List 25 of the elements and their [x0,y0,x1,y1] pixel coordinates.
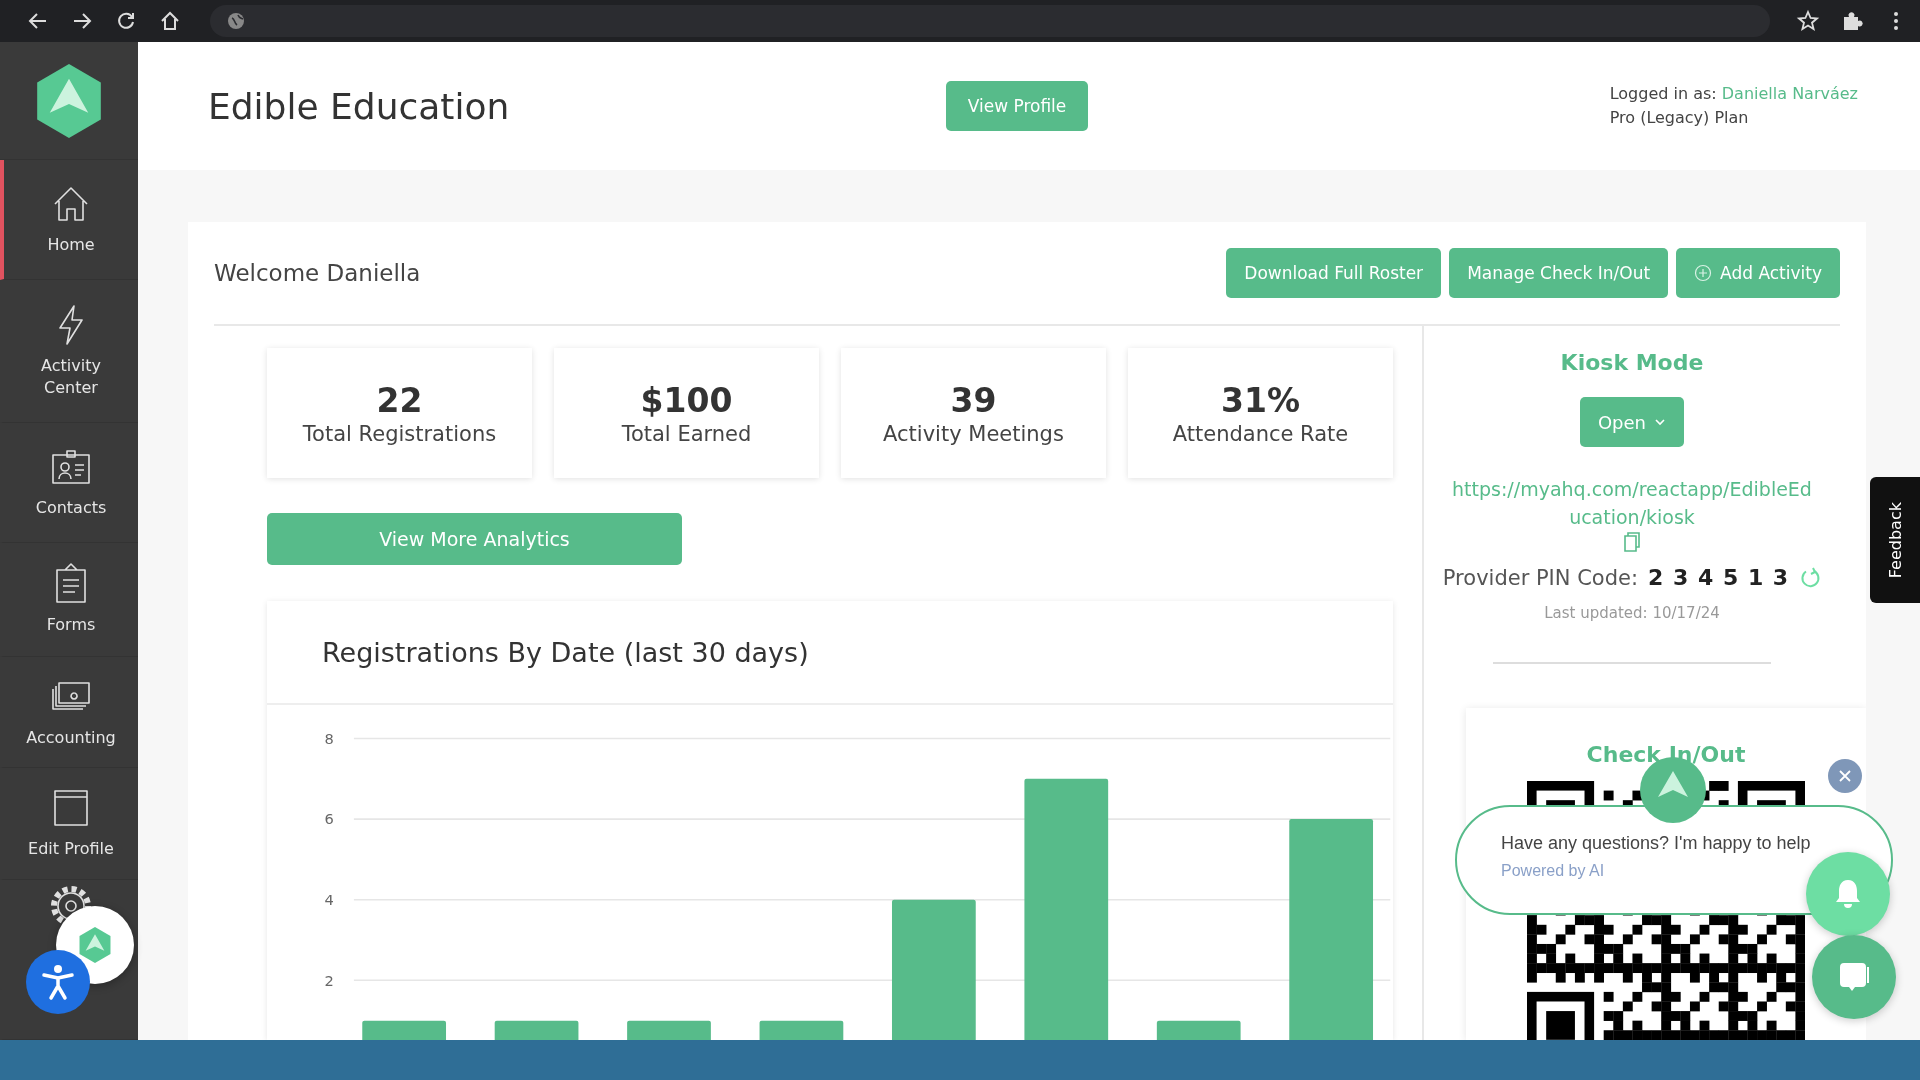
feedback-label: Feedback [1885,501,1905,579]
axis-tick-label: 2 [324,971,334,989]
feedback-tab[interactable]: Feedback [1870,477,1920,603]
welcome-heading: Welcome Daniella [214,260,421,286]
stat-value: 31% [1221,380,1300,420]
chart-title: Registrations By Date (last 30 days) [267,601,1393,705]
stat-label: Total Registrations [302,421,497,446]
axis-tick-label: 4 [324,890,334,908]
pin-code: 2 3 4 5 1 3 [1648,565,1790,590]
last-updated-text: Last updated: 10/17/24 [1544,604,1720,622]
pin-label: Provider PIN Code: [1442,565,1639,590]
kiosk-heading: Kiosk Mode [1560,350,1704,375]
stat-label: Activity Meetings [883,421,1064,446]
chat-message: Have any questions? I'm happy to help [1501,833,1812,854]
stat-value: $100 [640,380,733,420]
axis-tick-label: 6 [324,810,334,828]
stat-value: 22 [376,380,423,420]
plan-label: Pro (Legacy) Plan [1609,107,1750,129]
chat-note: Powered by AI [1501,862,1606,880]
logged-in-label: Logged in as: [1609,84,1717,103]
page-title: Edible Education [208,85,511,127]
stat-label: Attendance Rate [1172,421,1349,446]
axis-tick-label: 8 [324,729,334,747]
stat-label: Total Earned [621,421,752,446]
stat-value: 39 [950,380,997,420]
